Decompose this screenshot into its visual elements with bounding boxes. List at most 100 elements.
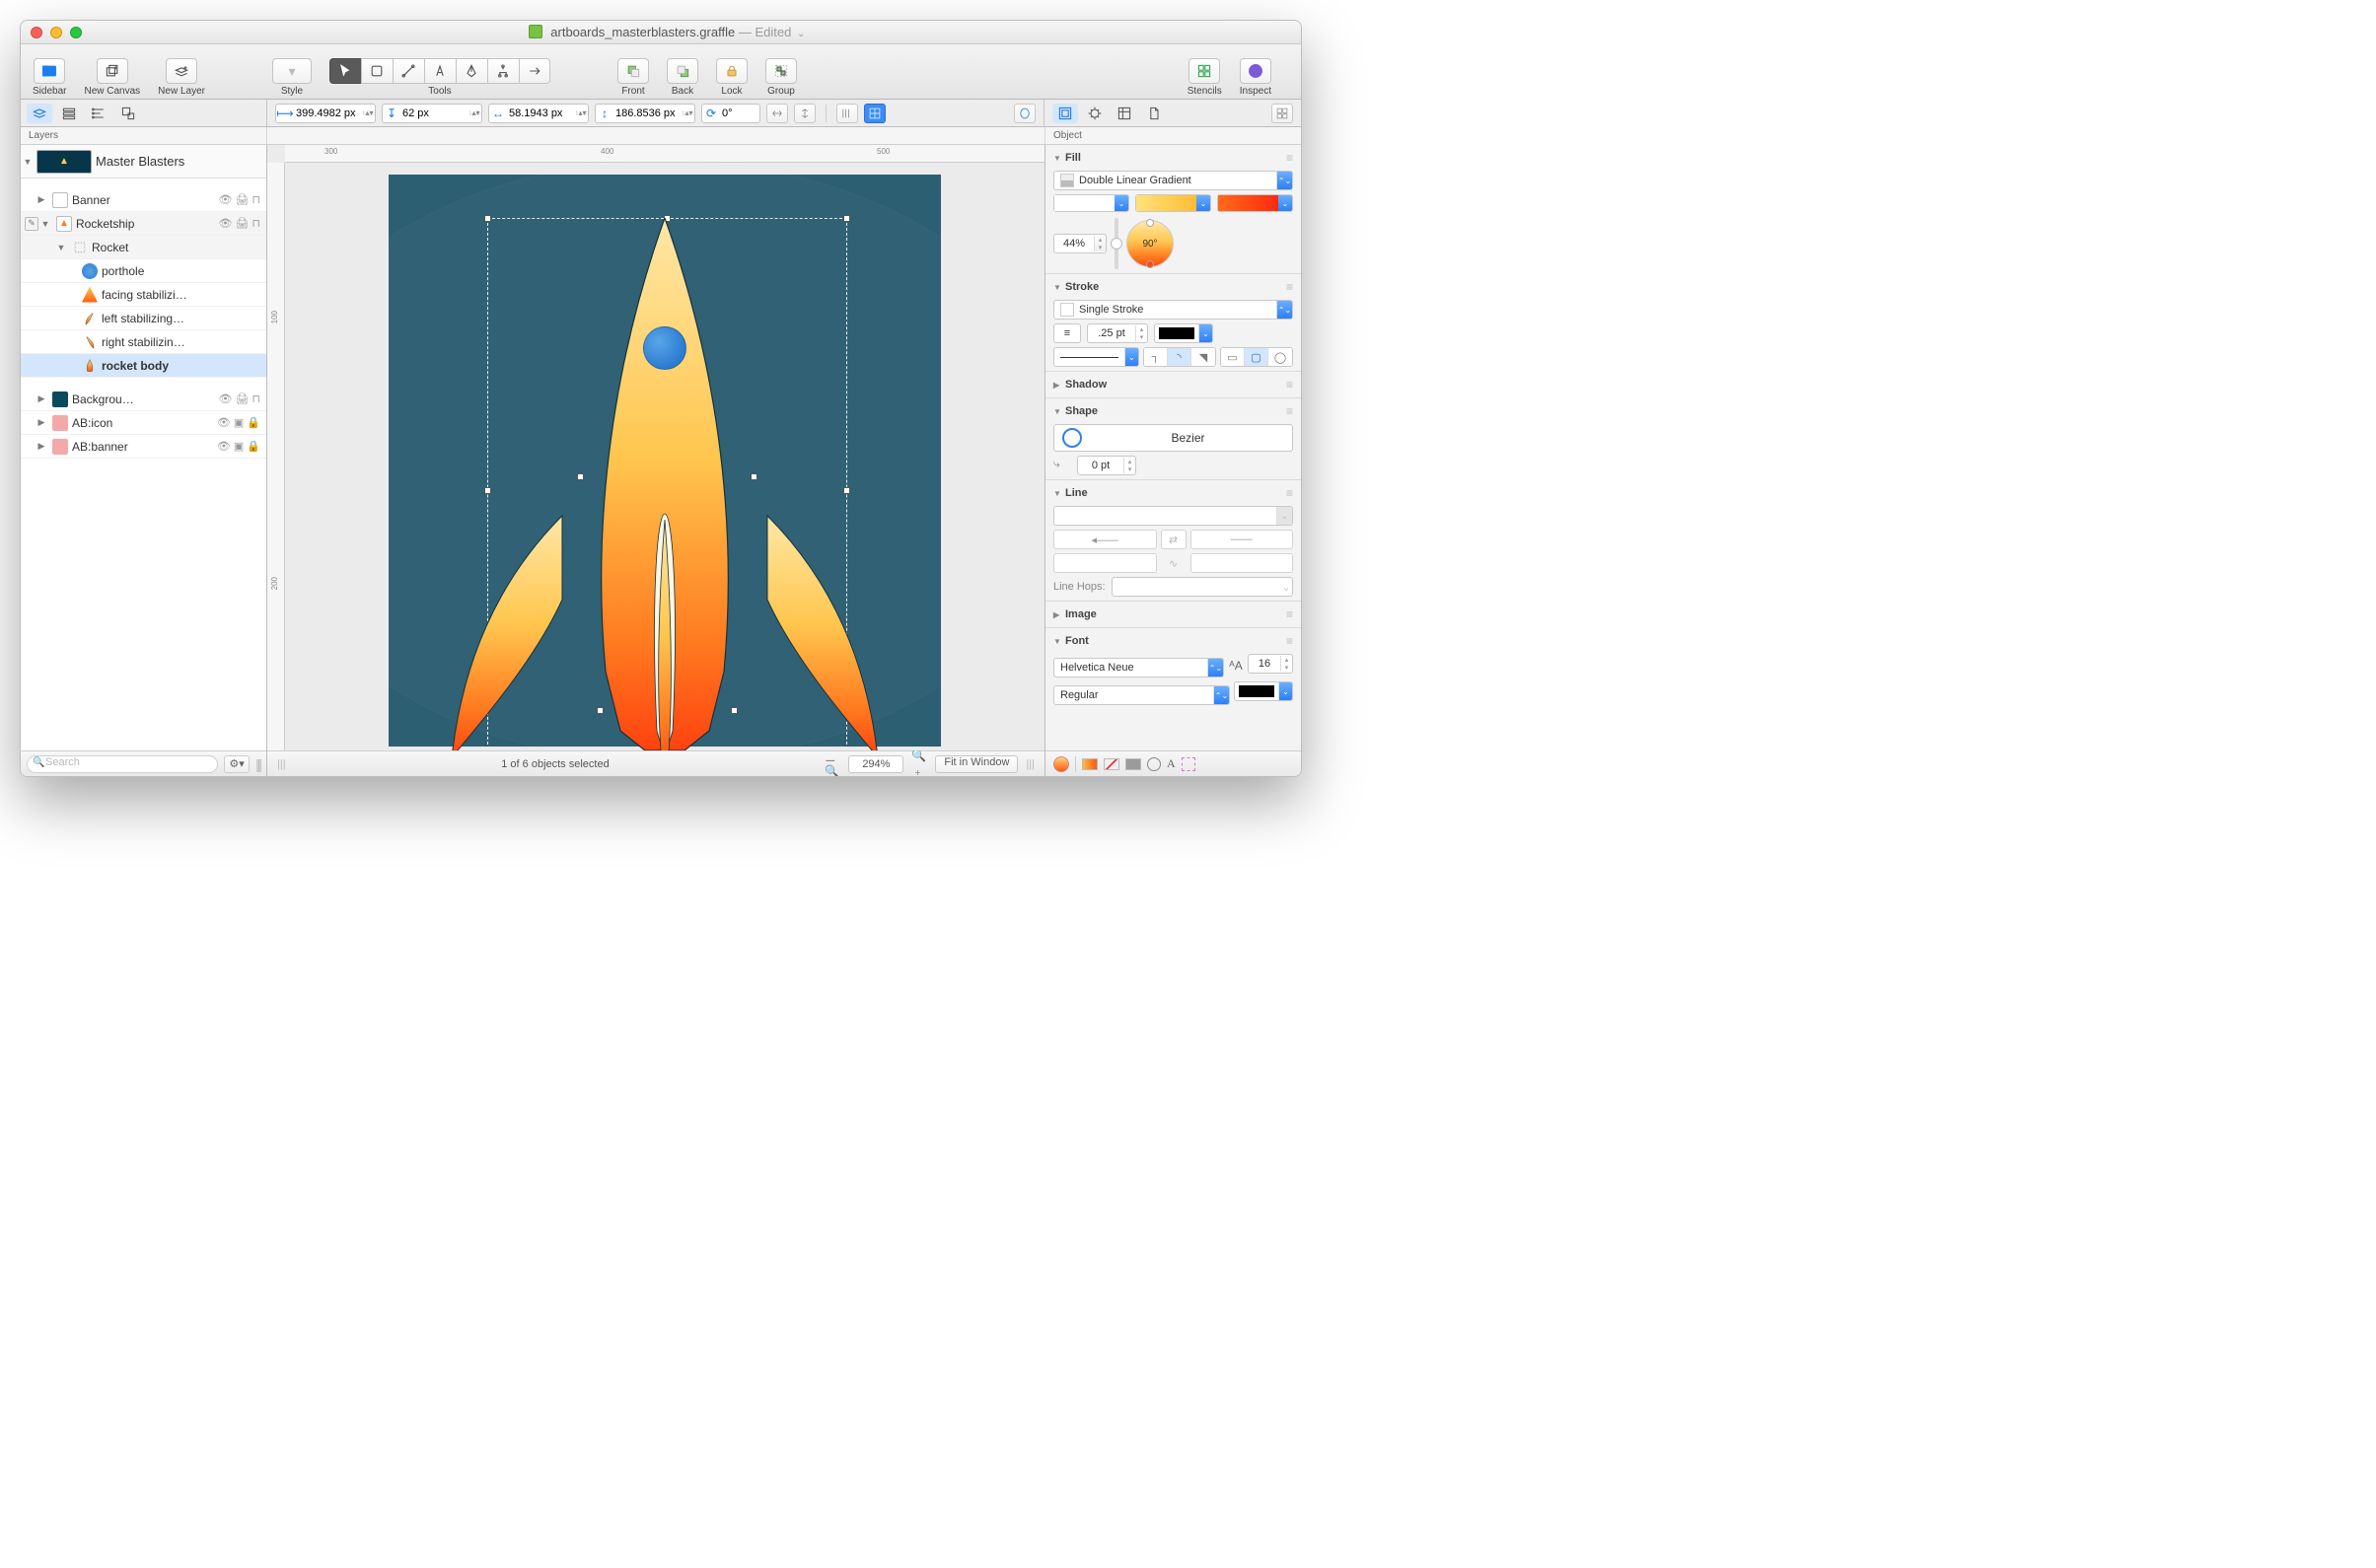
font-color-button[interactable]: ⌄ — [1234, 681, 1293, 701]
visibility-icon[interactable]: 👁 — [218, 193, 232, 206]
line-tail-popup[interactable]: ◂—— — [1053, 530, 1157, 549]
section-menu-icon[interactable]: ≡ — [1286, 486, 1293, 500]
layer-actions-button[interactable]: ⚙︎▾ — [224, 755, 250, 773]
selection-tab-icon[interactable] — [115, 104, 141, 123]
porthole[interactable] — [643, 326, 686, 370]
section-menu-icon[interactable]: ≡ — [1286, 607, 1293, 621]
pen-tool[interactable] — [456, 58, 487, 84]
right-fin[interactable] — [757, 506, 886, 750]
gradient-stop-1[interactable]: ⌄ — [1053, 194, 1129, 212]
resize-handle-icon[interactable]: ||| — [277, 758, 286, 770]
stroke-width-field[interactable]: .25 pt▴▾ — [1087, 323, 1148, 343]
zoom-icon[interactable] — [70, 27, 82, 38]
zoom-field[interactable]: 294% — [848, 755, 903, 773]
disclosure-icon[interactable]: ▼ — [38, 219, 52, 229]
stroke-dash-popup[interactable]: ⌄ — [1053, 347, 1139, 367]
favorite-circle-icon[interactable] — [1147, 757, 1161, 771]
h-input[interactable] — [613, 107, 683, 119]
cap-style-segment[interactable]: ▭▢◯ — [1220, 347, 1293, 367]
y-input[interactable] — [400, 107, 469, 119]
object-row-left-fin[interactable]: left stabilizing… — [21, 307, 266, 330]
unlock-icon[interactable]: ⊓ — [252, 193, 260, 206]
chevron-down-icon[interactable]: ⌄ — [797, 29, 805, 39]
line-tail-size[interactable] — [1053, 553, 1157, 573]
font-size-field[interactable]: 16▴▾ — [1248, 654, 1293, 674]
lock-button[interactable] — [716, 58, 748, 84]
canvas-row[interactable]: ▼ ▲ Master Blasters — [21, 145, 266, 178]
document-inspector-tab[interactable] — [1141, 104, 1167, 123]
disclosure-icon[interactable]: ▶ — [35, 393, 48, 404]
disclosure-icon[interactable]: ▶ — [35, 194, 48, 205]
visibility-icon[interactable]: 👁 — [218, 217, 232, 230]
shape-tool[interactable] — [361, 58, 393, 84]
rocket-group[interactable] — [487, 218, 842, 750]
layer-row-ab-icon[interactable]: ▶ AB:icon 👁▣🔒 — [21, 411, 266, 435]
gradient-midpoint-field[interactable]: 44%▴▾ — [1053, 234, 1107, 253]
inspect-button[interactable]: i — [1240, 58, 1271, 84]
favorite-add-icon[interactable] — [1182, 757, 1195, 771]
zoom-in-icon[interactable]: 🔍﹢ — [911, 748, 927, 777]
canvas-inspector-tab[interactable] — [1112, 104, 1137, 123]
line-tool[interactable] — [393, 58, 424, 84]
sidebar-button[interactable] — [34, 58, 65, 84]
left-fin[interactable] — [444, 506, 572, 750]
titlebar[interactable]: artboards_masterblasters.graffle — Edite… — [21, 21, 1301, 44]
lock-icon[interactable]: 🔒 — [247, 440, 260, 453]
disclosure-icon[interactable]: ▶ — [35, 441, 48, 452]
w-input[interactable] — [507, 107, 576, 119]
object-row-facing-fin[interactable]: facing stabilizi… — [21, 283, 266, 307]
visibility-icon[interactable]: 👁 — [218, 392, 232, 405]
rotation-field[interactable]: ⟳ — [701, 104, 760, 123]
disclosure-icon[interactable]: ▼ — [21, 157, 35, 167]
window-title[interactable]: artboards_masterblasters.graffle — Edite… — [92, 25, 1242, 39]
gradient-angle-control[interactable]: 90° — [1126, 220, 1174, 267]
section-menu-icon[interactable]: ≡ — [1286, 151, 1293, 165]
line-type-popup[interactable]: ⌄ — [1053, 506, 1293, 526]
flip-v-button[interactable] — [794, 104, 816, 123]
section-menu-icon[interactable]: ≡ — [1286, 404, 1293, 418]
fit-in-window-button[interactable]: Fit in Window — [935, 755, 1018, 773]
disclosure-icon[interactable]: ▼ — [54, 243, 68, 252]
rotation-input[interactable] — [720, 107, 750, 119]
selection-handle[interactable] — [843, 215, 850, 222]
resize-handle-icon[interactable]: ||| — [255, 756, 260, 772]
properties-inspector-tab[interactable] — [1082, 104, 1108, 123]
stencils-button[interactable] — [1188, 58, 1220, 84]
corner-style-segment[interactable]: ┐◝◥ — [1143, 347, 1216, 367]
flip-h-button[interactable] — [766, 104, 788, 123]
outline-tab-icon[interactable] — [56, 104, 82, 123]
font-weight-popup[interactable]: Regular⌃⌄ — [1053, 685, 1230, 705]
favorite-fill-icon[interactable] — [1082, 758, 1098, 770]
guides-tab-icon[interactable] — [86, 104, 111, 123]
visibility-icon[interactable]: 👁 — [217, 416, 231, 429]
favorite-text-icon[interactable]: A — [1167, 756, 1176, 771]
canvas[interactable]: 300 400 500 100 200 — [267, 145, 1044, 750]
favorite-gray-icon[interactable] — [1125, 758, 1141, 770]
h-field[interactable]: ↕▴▾ — [595, 104, 695, 123]
disclosure-icon[interactable]: ▶ — [35, 417, 48, 428]
group-button[interactable] — [765, 58, 797, 84]
zoom-out-icon[interactable]: ⚊🔍 — [825, 750, 840, 778]
section-menu-icon[interactable]: ≡ — [1286, 280, 1293, 294]
artboard-icon[interactable]: ▣ — [234, 440, 244, 453]
stroke-type-popup[interactable]: Single Stroke⌃⌄ — [1053, 300, 1293, 320]
new-layer-button[interactable] — [166, 58, 197, 84]
layer-row-background[interactable]: ▶ Backgrou… 👁🖨⊓ — [21, 388, 266, 411]
selection-handle[interactable] — [843, 487, 850, 494]
unlock-icon[interactable]: ⊓ — [252, 392, 260, 405]
minimize-icon[interactable] — [50, 27, 62, 38]
align-button[interactable] — [836, 104, 858, 123]
section-menu-icon[interactable]: ≡ — [1286, 378, 1293, 392]
line-head-popup[interactable]: —— — [1190, 530, 1294, 549]
x-input[interactable] — [294, 107, 363, 119]
line-head-size[interactable] — [1190, 553, 1294, 573]
stamp-tool[interactable] — [519, 58, 550, 84]
front-button[interactable] — [617, 58, 649, 84]
close-icon[interactable] — [31, 27, 42, 38]
layer-row-rocketship[interactable]: ✎ ▼ ▲ Rocketship 👁🖨⊓ — [21, 212, 266, 236]
section-menu-icon[interactable]: ≡ — [1286, 634, 1293, 648]
line-swap-button[interactable]: ⇄ — [1161, 530, 1187, 549]
layer-list[interactable]: ▼ ▲ Master Blasters ▶ Banner 👁🖨⊓ ✎ ▼ ▲ — [21, 145, 266, 750]
object-row-rocket-body[interactable]: rocket body — [21, 354, 266, 378]
x-field[interactable]: ⟼▴▾ — [275, 104, 376, 123]
